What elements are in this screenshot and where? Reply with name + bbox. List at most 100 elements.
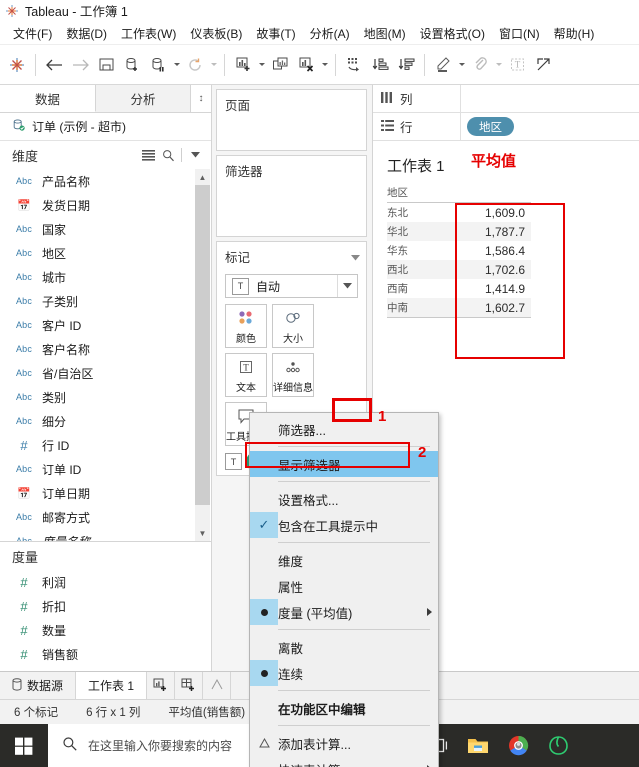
duplicate-sheet-icon[interactable] [267,51,293,79]
sort-toggle-icon[interactable]: ↕ [191,85,211,112]
new-story-icon[interactable] [203,672,232,699]
menu-dashboard[interactable]: 仪表板(B) [183,23,249,44]
ctx-include-tooltip[interactable]: ✓ 包含在工具提示中 [250,512,438,538]
ctx-continuous[interactable]: 连续 [250,660,438,686]
field-item[interactable]: # 行 ID [0,433,211,457]
pages-card[interactable]: 页面 [216,89,367,151]
field-item[interactable]: Abc 地区 [0,241,211,265]
data-source-caret-icon[interactable] [171,51,182,79]
menu-help[interactable]: 帮助(H) [547,23,602,44]
field-item[interactable]: Abc 细分 [0,409,211,433]
clear-sheet-icon[interactable] [293,51,319,79]
attachment-caret-icon[interactable] [493,51,504,79]
sort-descending-icon[interactable] [393,51,419,79]
tableau-home-icon[interactable] [4,51,30,79]
scroll-thumb[interactable] [195,185,210,505]
ctx-add-table-calc[interactable]: 添加表计算... [250,730,438,756]
field-item[interactable]: Abc 订单 ID [0,457,211,481]
ctx-dimension[interactable]: 维度 [250,547,438,573]
chrome-icon[interactable] [498,724,538,767]
field-item[interactable]: Abc 类别 [0,385,211,409]
new-worksheet-icon[interactable] [230,51,256,79]
windows-start-icon[interactable] [0,724,48,767]
menu-data[interactable]: 数据(D) [59,23,114,44]
file-explorer-icon[interactable] [458,724,498,767]
dropdown-caret-icon[interactable] [185,145,205,165]
tab-analytics[interactable]: 分析 [96,85,191,112]
columns-shelf[interactable]: 列 [373,85,639,113]
table-row[interactable]: 中南 1,602.7 [387,298,531,317]
tab-data[interactable]: 数据 [0,85,96,112]
new-worksheet-caret-icon[interactable] [256,51,267,79]
swap-rows-columns-icon[interactable] [341,51,367,79]
caret-down-icon[interactable] [351,250,360,264]
menu-analysis[interactable]: 分析(A) [303,23,357,44]
worksheet-canvas[interactable]: 工作表 1 平均值 地区 东北 1,609.0 华北 1,787.7 华东 1,586.4 西… [373,141,639,318]
ctx-edit-in-shelf[interactable]: 在功能区中编辑 [250,695,438,721]
field-item[interactable]: Abc 子类别 [0,289,211,313]
field-item[interactable]: # 销售额 [0,642,211,666]
field-item[interactable]: # 利润 [0,570,211,594]
ctx-attribute[interactable]: 属性 [250,573,438,599]
field-item[interactable]: Abc 产品名称 [0,169,211,193]
rows-shelf[interactable]: 行 地区 [373,113,639,141]
menu-worksheet[interactable]: 工作表(W) [114,23,183,44]
detail-button[interactable]: 详细信息 [272,353,314,397]
ctx-quick-table-calc[interactable]: 快速表计算 [250,756,438,767]
menu-map[interactable]: 地图(M) [357,23,413,44]
attachment-icon[interactable] [467,51,493,79]
save-icon[interactable] [93,51,119,79]
menu-file[interactable]: 文件(F) [6,23,59,44]
pill-context-menu[interactable]: 筛选器... 显示筛选器 设置格式... ✓ 包含在工具提示中 维度 属性 度量 (平均值) 离… [249,412,439,767]
refresh-caret-icon[interactable] [208,51,219,79]
ctx-filter[interactable]: 筛选器... [250,416,438,442]
field-item[interactable]: Abc 省/自治区 [0,361,211,385]
forward-arrow-icon[interactable] [67,51,93,79]
mark-type-dropdown[interactable]: T 自动 [225,274,358,298]
new-data-source-icon[interactable] [119,51,145,79]
columns-drop-zone[interactable] [461,85,639,112]
new-worksheet-icon[interactable] [147,672,176,699]
field-item[interactable]: # 数量 [0,618,211,642]
search-icon[interactable] [158,145,178,165]
new-dashboard-icon[interactable] [175,672,204,699]
table-row[interactable]: 东北 1,609.0 [387,203,531,222]
refresh-data-source-icon[interactable] [182,51,208,79]
scrollbar[interactable]: ▲ ▼ [195,169,210,541]
field-item[interactable]: Abc 邮寄方式 [0,505,211,529]
sheet-tab-worksheet1[interactable]: 工作表 1 [76,672,148,699]
rows-drop-zone[interactable]: 地区 [461,113,639,140]
field-item[interactable]: Abc 城市 [0,265,211,289]
ctx-discrete[interactable]: 离散 [250,634,438,660]
tab-data-source[interactable]: 数据源 [0,672,77,699]
field-item[interactable]: 📅 订单日期 [0,481,211,505]
table-row[interactable]: 华北 1,787.7 [387,222,531,241]
menu-window[interactable]: 窗口(N) [492,23,547,44]
color-button[interactable]: 颜色 [225,304,267,348]
highlight-caret-icon[interactable] [456,51,467,79]
field-item[interactable]: Abc 国家 [0,217,211,241]
menu-format[interactable]: 设置格式(O) [413,23,492,44]
table-row[interactable]: 西南 1,414.9 [387,279,531,298]
dimensions-list[interactable]: Abc 产品名称 📅 发货日期 Abc 国家 Abc 地区 Abc 城市 Abc 子类别 Abc 客户 I… [0,169,211,541]
field-item[interactable]: Abc 度量名称 [0,529,211,542]
pause-data-source-icon[interactable] [145,51,171,79]
filters-card[interactable]: 筛选器 [216,155,367,237]
crosstab[interactable]: 地区 东北 1,609.0 华北 1,787.7 华东 1,586.4 西北 1,702.6 西南… [387,185,531,318]
field-item[interactable]: Abc 客户 ID [0,313,211,337]
clear-sheet-caret-icon[interactable] [319,51,330,79]
highlight-icon[interactable] [430,51,456,79]
grid-view-icon[interactable] [138,145,158,165]
table-row[interactable]: 华东 1,586.4 [387,241,531,260]
navicat-icon[interactable] [538,724,578,767]
ctx-measure[interactable]: 度量 (平均值) [250,599,438,625]
ctx-show-filter[interactable]: 显示筛选器 [250,451,438,477]
text-box-icon[interactable]: T [504,51,530,79]
scroll-up-icon[interactable]: ▲ [195,169,210,185]
size-button[interactable]: 大小 [272,304,314,348]
scroll-down-icon[interactable]: ▼ [195,525,210,541]
back-arrow-icon[interactable] [41,51,67,79]
field-item[interactable]: # 折扣 [0,594,211,618]
field-item[interactable]: Abc 客户名称 [0,337,211,361]
menu-story[interactable]: 故事(T) [249,23,302,44]
